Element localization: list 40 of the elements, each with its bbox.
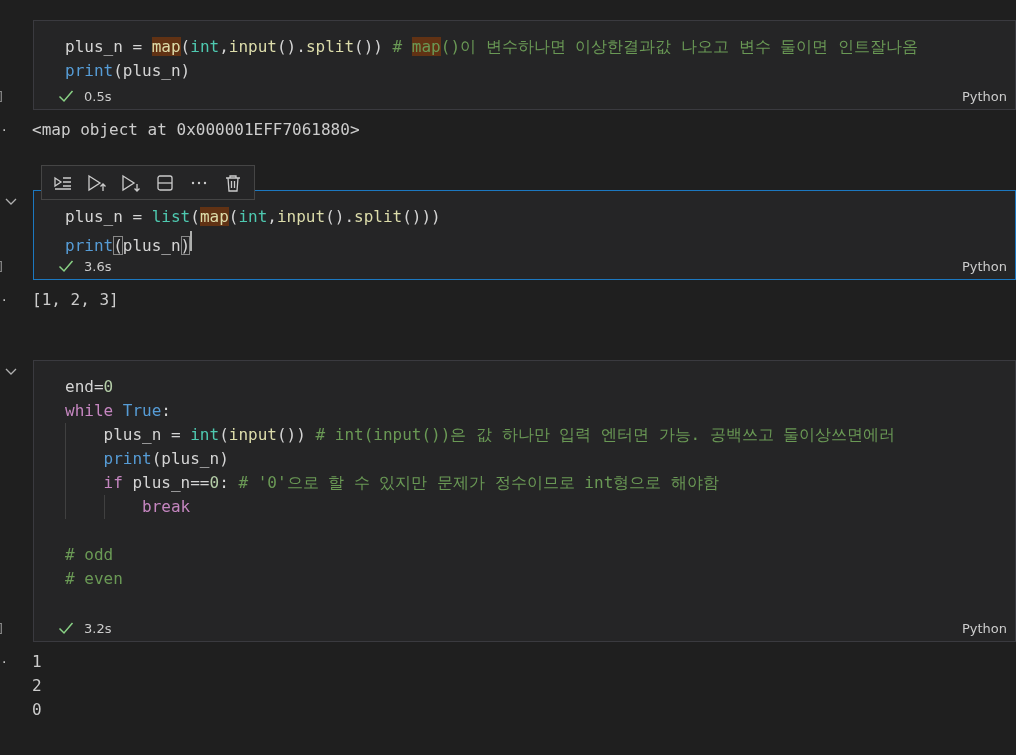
- code-cell[interactable]: plus_n = list(map(int,input().split())) print(plus_n) 3.6s Python: [33, 190, 1016, 280]
- code-line: print(plus_n): [65, 60, 191, 82]
- language-label[interactable]: Python: [961, 258, 1007, 274]
- code-cell[interactable]: plus_n = map(int,input().split()) # map()이 변수하나면 이상한결과값 나오고 변수 둘이면 인트잘나옴 print(plus_n) 0.5s Python: [33, 20, 1016, 110]
- output-line: <map object at 0x000001EFF7061880>: [32, 119, 360, 141]
- output-marker: ·: [1, 121, 8, 140]
- code-cell[interactable]: end=0 while True: plus_n = int(input()) # int(input())은 값 하나만 입력 엔터면 가능. 공백쓰고 둘이상쓰면에러 print(plus_n) if plus_n==0: # '0'으로 할 수 있지만 문제가 정수이므로 int형으로 해야함 break # odd # even 3.2s Python: [33, 360, 1016, 642]
- play-up-arrow-icon: [87, 173, 107, 192]
- code-line: plus_n = list(map(int,input().split())): [65, 206, 441, 228]
- output-line: [1, 2, 3]: [32, 289, 119, 311]
- run-lines-icon: [53, 174, 73, 191]
- code-line: plus_n = map(int,input().split()) # map()이 변수하나면 이상한결과값 나오고 변수 둘이면 인트잘나옴: [65, 36, 918, 58]
- chevron-down-icon[interactable]: [4, 196, 18, 206]
- code-line: end=0: [65, 376, 114, 398]
- play-down-arrow-icon: [121, 173, 141, 192]
- code-line: if plus_n==0: # '0'으로 할 수 있지만 문제가 정수이므로 int형으로 해야함: [103, 472, 719, 494]
- language-label[interactable]: Python: [961, 88, 1007, 104]
- output-marker: ·: [1, 291, 8, 310]
- more-icon: [191, 180, 207, 185]
- code-line: # even: [65, 568, 123, 590]
- code-line: print(plus_n): [65, 229, 193, 253]
- execution-count: ]: [0, 89, 5, 104]
- code-line: print(plus_n): [103, 448, 229, 470]
- chevron-down-icon[interactable]: [4, 366, 18, 376]
- code-line: while True:: [65, 400, 171, 422]
- code-line: break: [142, 496, 191, 518]
- code-line: # odd: [65, 544, 114, 566]
- trash-icon: [225, 173, 241, 192]
- output-line: 0: [32, 699, 42, 721]
- language-label[interactable]: Python: [961, 620, 1007, 636]
- code-line: plus_n = int(input()) # int(input())은 값 하나만 입력 엔터면 가능. 공백쓰고 둘이상쓰면에러: [103, 424, 896, 446]
- output-line: 2: [32, 675, 42, 697]
- output-line: 1: [32, 651, 42, 673]
- output-marker: ·: [1, 653, 8, 672]
- split-icon: [156, 173, 174, 192]
- execution-count: ]: [0, 621, 5, 636]
- execution-time: 3.2s: [84, 620, 113, 636]
- execution-time: 0.5s: [84, 88, 113, 104]
- execution-count: ]: [0, 259, 5, 274]
- execution-time: 3.6s: [84, 258, 113, 274]
